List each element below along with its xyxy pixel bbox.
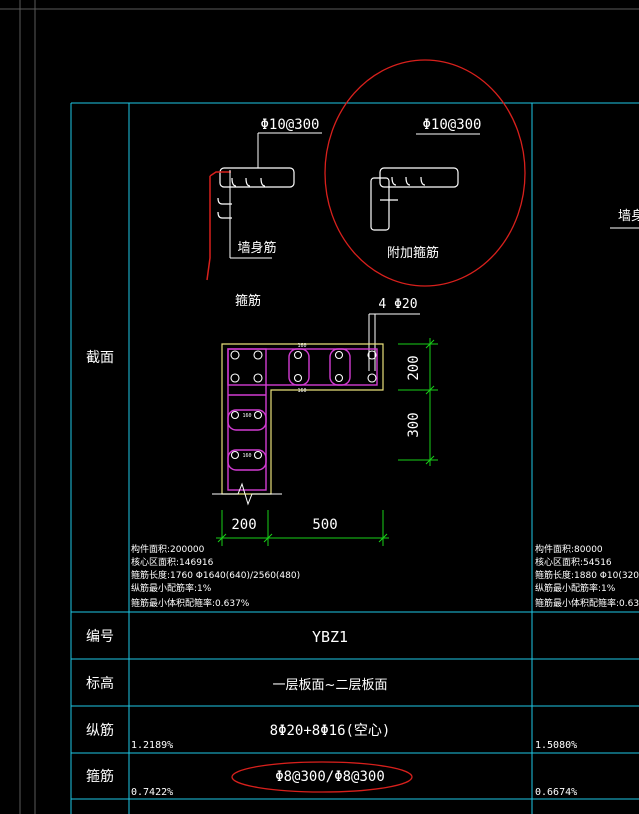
longitudinal-value: 8Φ20+8Φ16(空心) bbox=[270, 723, 391, 739]
label-longitudinal: 纵筋 bbox=[86, 722, 114, 739]
detail1-spec: Φ10@300 bbox=[260, 117, 319, 133]
label-elevation: 标高 bbox=[86, 675, 114, 692]
table-frame bbox=[70, 102, 639, 814]
right-note-core: 核心区面积:54516 bbox=[535, 556, 612, 568]
number-value: YBZ1 bbox=[312, 628, 348, 646]
note-min-long-ratio: 纵筋最小配筋率:1% bbox=[131, 582, 212, 594]
longitudinal-ratio: 1.2189% bbox=[131, 740, 173, 751]
right-column: 墙身 构件面积:80000 核心区面积:54516 箍筋长度:1880 Φ10(… bbox=[535, 208, 639, 798]
corner-bars-label: 4 Φ20 bbox=[378, 297, 417, 312]
stirrup-ratio: 0.7422% bbox=[131, 787, 173, 798]
hoops bbox=[227, 348, 378, 491]
longitudinal-bars bbox=[230, 350, 377, 460]
right-long-ratio: 1.5080% bbox=[535, 740, 577, 751]
svg-text:160: 160 bbox=[242, 453, 251, 459]
label-stirrup: 箍筋 bbox=[86, 768, 114, 785]
drawing: 截面 编号 标高 纵筋 箍筋 Φ10@300 墙身筋 Φ10@300 附加箍筋 … bbox=[0, 0, 639, 814]
dim-vert-bottom: 300 bbox=[406, 412, 422, 437]
stirrup-value: Φ8@300/Φ8@300 bbox=[275, 769, 385, 785]
note-hoop-length: 箍筋长度:1760 Φ1640(640)/2560(480) bbox=[131, 569, 300, 581]
right-note-area: 构件面积:80000 bbox=[535, 543, 603, 555]
right-note-min-long: 纵筋最小配筋率:1% bbox=[535, 582, 616, 594]
svg-text:160: 160 bbox=[297, 388, 306, 394]
note-area: 构件面积:200000 bbox=[131, 543, 205, 555]
detail-wall-bar: Φ10@300 墙身筋 bbox=[206, 117, 322, 281]
detail-additional-hoop: Φ10@300 附加箍筋 bbox=[324, 59, 526, 287]
cad-canvas[interactable]: 截面 编号 标高 纵筋 箍筋 Φ10@300 墙身筋 Φ10@300 附加箍筋 … bbox=[0, 0, 639, 814]
right-note-min-vol: 箍筋最小体积配箍率:0.637% bbox=[535, 597, 639, 609]
right-stirrup-ratio: 0.6674% bbox=[535, 787, 577, 798]
dim-vert-top: 200 bbox=[406, 355, 422, 380]
tiny-dimension-labels: 160 160 160 160 bbox=[242, 343, 306, 459]
right-partial-label: 墙身 bbox=[618, 208, 639, 224]
note-min-vol-ratio: 箍筋最小体积配箍率:0.637% bbox=[131, 597, 250, 609]
column-outline bbox=[221, 343, 384, 495]
detail2-spec: Φ10@300 bbox=[422, 117, 481, 133]
svg-text:160: 160 bbox=[297, 343, 306, 349]
elevation-value: 一层板面~二层板面 bbox=[273, 678, 388, 693]
label-number: 编号 bbox=[86, 629, 114, 645]
dim-horiz-left: 200 bbox=[231, 517, 256, 533]
label-section: 截面 bbox=[86, 350, 114, 366]
right-note-hoop: 箍筋长度:1880 Φ10(320)/1040 bbox=[535, 569, 639, 581]
note-core-area: 核心区面积:146916 bbox=[131, 556, 214, 568]
detail2-label: 附加箍筋 bbox=[387, 245, 439, 261]
svg-text:160: 160 bbox=[242, 413, 251, 419]
detail1-wall-label: 墙身筋 bbox=[237, 240, 276, 256]
dim-horiz-right: 500 bbox=[312, 517, 337, 533]
hoop-label: 箍筋 bbox=[235, 293, 261, 309]
section-notes: 构件面积:200000 核心区面积:146916 箍筋长度:1760 Φ1640… bbox=[131, 543, 300, 609]
